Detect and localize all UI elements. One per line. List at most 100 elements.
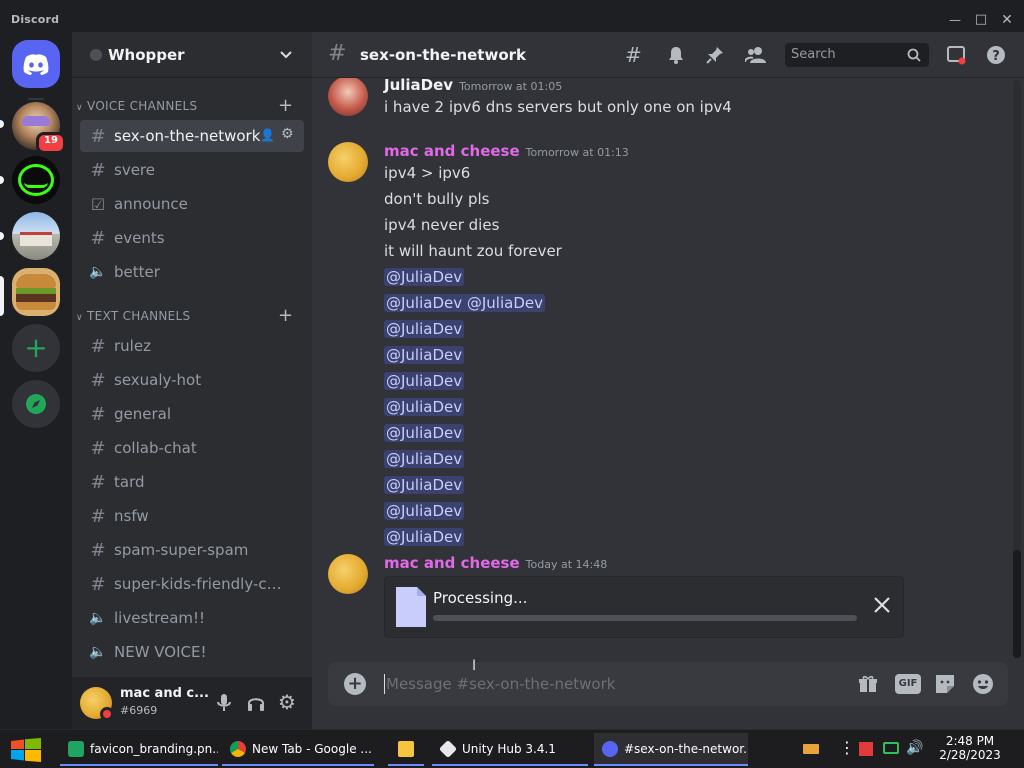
channel-sex-on-the-network[interactable]: # sex-on-the-network 👤 ⚙: [80, 120, 304, 152]
channel-tard[interactable]: # tard: [80, 466, 304, 498]
server-badge: 19: [36, 132, 66, 154]
taskbar-item-favicon[interactable]: favicon_branding.pn...: [60, 733, 218, 766]
message-author[interactable]: mac and cheese: [384, 554, 520, 572]
keyboard-icon[interactable]: [803, 744, 819, 754]
close-icon[interactable]: ✕: [1000, 13, 1014, 27]
taskbar-item-explorer[interactable]: [388, 733, 424, 766]
network-icon[interactable]: [883, 742, 899, 754]
message-author[interactable]: JuliaDev: [384, 78, 453, 94]
clock[interactable]: 2:48 PM 2/28/2023: [930, 734, 1010, 762]
user-mention[interactable]: @JuliaDev: [384, 346, 465, 364]
user-mention[interactable]: @JuliaDev: [384, 502, 465, 520]
message-input[interactable]: Message #sex-on-the-network: [384, 668, 844, 700]
channel-announce[interactable]: ☑ announce: [80, 188, 304, 220]
server-icon[interactable]: [12, 212, 60, 260]
channel-spam-super-spam[interactable]: # spam-super-spam: [80, 534, 304, 566]
avatar[interactable]: [328, 78, 368, 116]
more-icon[interactable]: ⋮: [839, 738, 855, 758]
avatar[interactable]: [328, 142, 368, 182]
channel-super-kids-friendly[interactable]: # super-kids-friendly-ch...: [80, 568, 304, 600]
upload-progress-bar: [433, 615, 857, 621]
home-button[interactable]: [12, 40, 60, 88]
avatar[interactable]: [328, 554, 368, 594]
channel-events[interactable]: # events: [80, 222, 304, 254]
inbox-icon[interactable]: [946, 45, 966, 65]
mention-line: @JuliaDev: [384, 502, 465, 520]
channel-sexualy-hot[interactable]: # sexualy-hot: [80, 364, 304, 396]
emoji-icon[interactable]: [972, 673, 994, 695]
server-header[interactable]: Whopper: [72, 32, 312, 78]
scrollbar[interactable]: [1013, 80, 1021, 658]
user-mention[interactable]: @JuliaDev: [384, 450, 465, 468]
add-channel-icon[interactable]: +: [278, 95, 293, 116]
headphones-icon[interactable]: [246, 693, 266, 713]
channel-livestream[interactable]: 🔈 livestream!!: [80, 602, 304, 634]
taskbar-item-discord[interactable]: #sex-on-the-networ...: [594, 733, 748, 766]
category-voice-channels[interactable]: ∨ VOICE CHANNELS: [76, 99, 197, 113]
server-list: 19 +: [0, 32, 72, 729]
help-icon[interactable]: ?: [986, 45, 1006, 65]
bell-icon[interactable]: [667, 46, 685, 64]
svg-text:?: ?: [992, 49, 1000, 64]
scrollbar-thumb[interactable]: [1013, 550, 1021, 658]
channel-general[interactable]: # general: [80, 398, 304, 430]
server-icon-selected[interactable]: [12, 268, 60, 316]
gif-icon[interactable]: GIF: [895, 674, 921, 694]
search-placeholder: Search: [791, 47, 836, 62]
user-mention[interactable]: @JuliaDev: [384, 476, 465, 494]
gear-icon[interactable]: ⚙: [278, 690, 296, 714]
explore-servers-button[interactable]: [12, 380, 60, 428]
add-server-button[interactable]: +: [12, 324, 60, 372]
message-text: ipv4 never dies: [384, 216, 500, 234]
mention-line: @JuliaDev: [384, 320, 465, 338]
user-panel: mac and c... #6969 ⚙: [72, 677, 312, 729]
user-mention[interactable]: @JuliaDev: [384, 528, 465, 546]
channel-nsfw[interactable]: # nsfw: [80, 500, 304, 532]
taskbar-item-unity[interactable]: Unity Hub 3.4.1: [432, 733, 588, 766]
channel-collab-chat[interactable]: # collab-chat: [80, 432, 304, 464]
mention-line: @JuliaDev: [384, 528, 465, 546]
channel-better[interactable]: 🔈 better: [80, 256, 304, 288]
channel-label: better: [114, 263, 160, 281]
server-icon[interactable]: [12, 156, 60, 204]
user-mention[interactable]: @JuliaDev: [384, 398, 465, 416]
channel-sidebar: Whopper ∨ VOICE CHANNELS + # sex-on-the-…: [72, 32, 312, 729]
user-mention[interactable]: @JuliaDev: [384, 372, 465, 390]
message-text: don't bully pls: [384, 190, 490, 208]
gift-icon[interactable]: [858, 674, 878, 694]
channel-label: NEW VOICE!: [114, 643, 207, 661]
start-button-icon[interactable]: [10, 738, 42, 762]
speaker-icon: 🔈: [89, 264, 107, 280]
channel-new-voice[interactable]: 🔈 NEW VOICE!: [80, 636, 304, 668]
invite-icon[interactable]: 👤: [260, 128, 275, 142]
maximize-icon[interactable]: □: [974, 13, 988, 27]
user-mention[interactable]: @JuliaDev: [384, 424, 465, 442]
channel-svere[interactable]: # svere: [80, 154, 304, 186]
channel-label: general: [114, 405, 172, 423]
gear-icon[interactable]: ⚙: [281, 126, 294, 142]
user-mention[interactable]: @JuliaDev: [384, 268, 465, 286]
user-mention[interactable]: @JuliaDev: [384, 320, 465, 338]
add-channel-icon[interactable]: +: [278, 305, 293, 326]
taskbar-label: Unity Hub 3.4.1: [462, 741, 556, 756]
upload-status: Processing...: [433, 589, 528, 607]
cancel-upload-icon[interactable]: [873, 596, 891, 614]
message-header: mac and cheese Tomorrow at 01:13: [384, 142, 629, 160]
message-text: ipv4 > ipv6: [384, 164, 471, 182]
message-author[interactable]: mac and cheese: [384, 142, 520, 160]
volume-icon[interactable]: 🔊: [906, 740, 923, 756]
member-list-icon[interactable]: [745, 46, 767, 64]
pin-icon[interactable]: [706, 46, 724, 64]
clock-date: 2/28/2023: [939, 748, 1001, 762]
upload-plus-icon[interactable]: +: [344, 673, 366, 695]
flag-icon[interactable]: [859, 742, 873, 756]
channel-rulez[interactable]: # rulez: [80, 330, 304, 362]
taskbar-item-chrome[interactable]: New Tab - Google ...: [222, 733, 374, 766]
sticker-icon[interactable]: [934, 673, 956, 695]
user-mention[interactable]: @JuliaDev @JuliaDev: [384, 294, 545, 312]
minimize-icon[interactable]: —: [948, 13, 962, 27]
category-text-channels[interactable]: ∨ TEXT CHANNELS: [76, 309, 190, 323]
microphone-icon[interactable]: [216, 693, 232, 713]
search-input[interactable]: Search: [785, 43, 929, 67]
threads-icon[interactable]: #: [625, 43, 642, 67]
